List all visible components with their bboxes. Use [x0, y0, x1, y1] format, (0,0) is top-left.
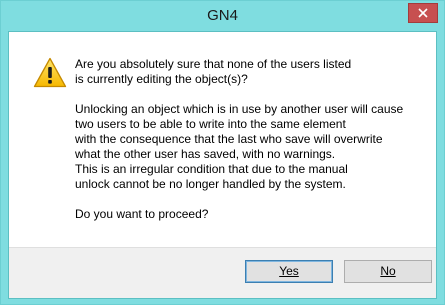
warning-icon [33, 57, 67, 88]
close-button[interactable] [408, 3, 438, 23]
message-line: two users to be able to write into the s… [75, 117, 346, 131]
no-button[interactable]: No [344, 260, 432, 283]
yes-button[interactable]: Yes [245, 260, 333, 283]
message-area: Are you absolutely sure that none of the… [9, 32, 436, 247]
dialog-window: GN4 Are you absolutely sure that none of… [0, 0, 445, 305]
message-line: with the consequence that the last who s… [75, 132, 383, 146]
title-bar[interactable]: GN4 [1, 1, 444, 31]
message-line: what the other user has saved, with no w… [75, 147, 336, 161]
message-text: Are you absolutely sure that none of the… [75, 57, 430, 222]
window-title: GN4 [207, 7, 238, 24]
message-line: Unlocking an object which is in use by a… [75, 102, 404, 116]
message-line: This is an irregular condition that due … [75, 162, 348, 176]
message-line: Do you want to proceed? [75, 207, 209, 221]
dialog-client-area: Are you absolutely sure that none of the… [8, 31, 437, 299]
close-icon [418, 8, 428, 18]
button-bar: Yes No [9, 247, 436, 298]
yes-button-label: Yes [279, 264, 299, 278]
message-line: Are you absolutely sure that none of the… [75, 57, 352, 71]
message-line: is currently editing the object(s)? [75, 72, 248, 86]
no-button-label: No [380, 264, 396, 278]
message-line: unlock cannot be no longer handled by th… [75, 177, 346, 191]
